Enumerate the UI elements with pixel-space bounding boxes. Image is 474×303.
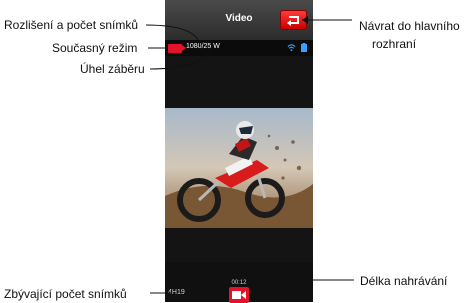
- camera-app-screen: Video 1080/25 W 00:12 4H19: [165, 0, 313, 303]
- record-video-icon: [232, 291, 246, 299]
- record-button[interactable]: [229, 287, 249, 303]
- annotation-back-line1: Návrat do hlavního: [359, 19, 460, 33]
- back-arrow-icon: [287, 16, 299, 26]
- battery-icon: [301, 43, 307, 52]
- video-camera-icon: [168, 44, 186, 53]
- back-button[interactable]: [280, 10, 307, 30]
- annotation-recording-time: Délka nahrávání: [360, 274, 448, 288]
- status-bar: 1080/25 W: [165, 40, 313, 56]
- motocross-preview-image: [165, 108, 313, 228]
- annotation-current-mode: Současný režim: [52, 41, 138, 55]
- annotation-view-angle: Úhel záběru: [80, 62, 145, 76]
- top-bar: Video: [165, 0, 313, 40]
- control-bar: 00:12 4H19: [165, 262, 313, 303]
- camera-preview: [165, 108, 313, 228]
- wifi-icon: [287, 44, 296, 52]
- annotation-resolution: Rozlišení a počet snímků: [4, 18, 139, 32]
- annotation-remaining-shots: Zbývající počet snímků: [4, 287, 127, 301]
- remaining-shots-readout: 4H19: [168, 289, 185, 296]
- annotation-back-line2: rozhraní: [372, 37, 417, 51]
- resolution-readout: 1080/25 W: [186, 43, 220, 50]
- recording-time-readout: 00:12: [231, 280, 247, 286]
